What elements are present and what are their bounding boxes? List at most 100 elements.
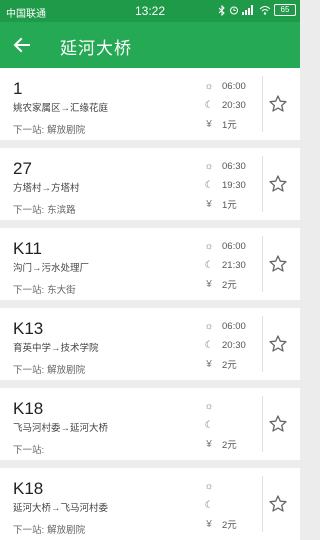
- star-outline-icon[interactable]: [268, 174, 288, 194]
- star-outline-icon[interactable]: [268, 414, 288, 434]
- route-destination: 延河大桥: [70, 423, 109, 434]
- alarm-icon: [230, 6, 238, 15]
- first-bus-row: ☼ 06:00: [203, 320, 245, 332]
- fare-value: 2元: [222, 520, 237, 531]
- route-card[interactable]: K18 延河大桥→飞马河村委 下一站: 解放剧院 ☼ ☾ ¥2元: [0, 468, 300, 540]
- yen-icon: ¥: [206, 278, 212, 290]
- divider: [262, 476, 263, 532]
- route-card[interactable]: K18 飞马河村委→延河大桥 下一站: ☼ ☾ ¥2元: [0, 388, 300, 460]
- yen-icon: ¥: [206, 118, 212, 130]
- yen-icon: ¥: [206, 438, 212, 450]
- route-direction: 飞马河村委→延河大桥: [13, 420, 108, 434]
- sun-icon: ☼: [204, 400, 214, 412]
- star-outline-icon[interactable]: [268, 334, 288, 354]
- moon-icon: ☾: [204, 259, 214, 271]
- route-number: 1: [13, 79, 23, 98]
- next-stop: 下一站:: [13, 442, 47, 456]
- last-bus-time: 19:30: [222, 179, 246, 191]
- route-destination: 污水处理厂: [41, 263, 90, 274]
- route-destination: 飞马河村委: [60, 503, 109, 514]
- moon-icon: ☾: [204, 499, 214, 511]
- divider: [262, 396, 263, 452]
- route-origin: 延河大桥: [13, 503, 52, 514]
- fare-value: 1元: [222, 120, 237, 131]
- moon-icon: ☾: [204, 179, 214, 191]
- fare-value: 1元: [222, 200, 237, 211]
- route-direction: 沟门→污水处理厂: [13, 260, 89, 274]
- next-stop-label: 下一站:: [13, 205, 45, 216]
- last-bus-time: 21:30: [222, 259, 246, 271]
- star-outline-icon[interactable]: [268, 94, 288, 114]
- fare-row: ¥1元: [203, 198, 237, 212]
- direction-arrow: →: [60, 103, 71, 114]
- next-stop-name: 解放剧院: [47, 525, 86, 536]
- sun-icon: ☼: [204, 80, 214, 92]
- direction-arrow: →: [51, 343, 61, 354]
- route-destination: 汇缘花庭: [70, 103, 109, 114]
- fare-row: ¥2元: [203, 518, 237, 532]
- route-card[interactable]: K13 育英中学→技术学院 下一站: 解放剧院 ☼ 06:00 ☾ 20:30 ¥2元: [0, 308, 300, 380]
- route-number: K18: [13, 399, 44, 418]
- next-stop-name: 东滨路: [47, 205, 76, 216]
- direction-arrow: →: [41, 183, 52, 194]
- route-origin: 姚农家属区: [13, 103, 61, 114]
- route-direction: 育英中学→技术学院: [13, 340, 99, 354]
- moon-icon: ☾: [204, 339, 214, 351]
- route-origin: 方塔村: [13, 183, 42, 194]
- first-bus-row: ☼: [203, 480, 222, 492]
- route-number: K18: [13, 479, 44, 498]
- last-bus-time: 20:30: [222, 339, 246, 351]
- first-bus-row: ☼: [203, 400, 222, 412]
- fare-row: ¥2元: [203, 438, 237, 452]
- route-card[interactable]: 27 方塔村→方塔村 下一站: 东滨路 ☼ 06:30 ☾ 19:30 ¥1元: [0, 148, 300, 220]
- next-stop-label: 下一站:: [13, 365, 45, 376]
- sun-icon: ☼: [204, 240, 214, 252]
- last-bus-row: ☾: [203, 499, 222, 511]
- route-destination: 方塔村: [51, 183, 80, 194]
- next-stop-label: 下一站:: [13, 125, 45, 136]
- divider: [262, 236, 263, 292]
- fare-value: 2元: [222, 360, 237, 371]
- route-origin: 沟门: [13, 263, 33, 274]
- app-bar: 延河大桥: [0, 22, 300, 68]
- fare-row: ¥2元: [203, 278, 237, 292]
- fare-row: ¥2元: [203, 358, 237, 372]
- first-bus-row: ☼ 06:00: [203, 80, 246, 92]
- last-bus-row: ☾ 20:30: [203, 339, 246, 351]
- sun-icon: ☼: [204, 480, 214, 492]
- next-stop: 下一站: 东大街: [13, 282, 76, 296]
- next-stop: 下一站: 解放剧院: [13, 362, 85, 376]
- route-number: 27: [13, 159, 32, 178]
- route-direction: 延河大桥→飞马河村委: [13, 500, 108, 514]
- sun-icon: ☼: [204, 320, 214, 332]
- route-card[interactable]: K11 沟门→污水处理厂 下一站: 东大街 ☼ 06:00 ☾ 21:30 ¥2元: [0, 228, 300, 300]
- yen-icon: ¥: [206, 358, 212, 370]
- status-icons: 65: [218, 4, 296, 16]
- last-bus-row: ☾ 21:30: [203, 259, 246, 271]
- yen-icon: ¥: [206, 518, 212, 530]
- next-stop-label: 下一站:: [13, 285, 45, 296]
- star-outline-icon[interactable]: [268, 494, 288, 514]
- route-card[interactable]: 1 姚农家属区→汇缘花庭 下一站: 解放剧院 ☼ 06:00 ☾ 20:30 ¥1元: [0, 68, 300, 140]
- first-bus-row: ☼ 06:30: [203, 160, 245, 172]
- battery-icon: 65: [274, 4, 296, 16]
- next-stop-label: 下一站:: [13, 525, 45, 536]
- last-bus-row: ☾ 20:30: [203, 99, 246, 111]
- moon-icon: ☾: [204, 99, 214, 111]
- next-stop-label: 下一站:: [13, 445, 45, 456]
- back-arrow-icon[interactable]: [12, 35, 32, 55]
- fare-row: ¥1元: [203, 118, 237, 132]
- first-bus-time: 06:00: [222, 240, 246, 252]
- divider: [262, 316, 263, 372]
- status-bar: 中国联通 13:22 65: [0, 0, 300, 22]
- next-stop: 下一站: 东滨路: [13, 202, 76, 216]
- yen-icon: ¥: [206, 198, 212, 210]
- route-origin: 飞马河村委: [13, 423, 61, 434]
- star-outline-icon[interactable]: [268, 254, 288, 274]
- route-number: K11: [13, 239, 42, 258]
- divider: [262, 156, 263, 212]
- direction-arrow: →: [60, 423, 71, 434]
- page-title: 延河大桥: [60, 39, 132, 58]
- last-bus-row: ☾: [203, 419, 222, 431]
- first-bus-time: 06:00: [222, 80, 246, 92]
